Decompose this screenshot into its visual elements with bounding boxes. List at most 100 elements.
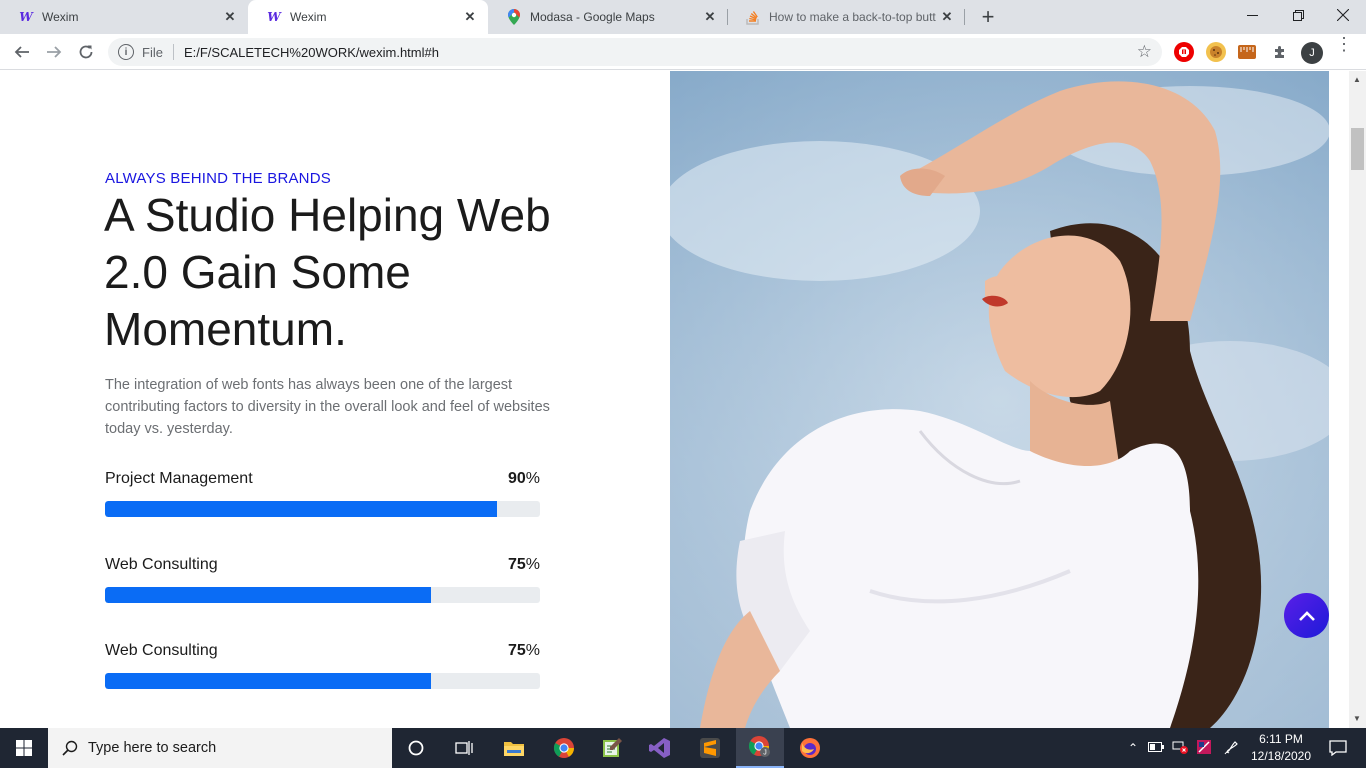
tab-title: How to make a back-to-top butt xyxy=(769,10,936,24)
close-icon xyxy=(1337,9,1349,21)
scrollbar-thumb[interactable] xyxy=(1351,128,1364,170)
taskbar-search-input[interactable]: Type here to search xyxy=(48,728,392,768)
sublime-text-icon xyxy=(700,738,720,758)
page-scrollbar[interactable]: ▲ ▼ xyxy=(1349,71,1366,728)
url-text[interactable]: E:/F/SCALETECH%20WORK/wexim.html#h xyxy=(184,45,439,60)
restore-button[interactable] xyxy=(1275,0,1321,30)
skill-percent: 75% xyxy=(507,642,540,659)
progress-fill xyxy=(105,501,497,517)
window-close-button[interactable] xyxy=(1320,0,1366,30)
taskbar-firefox[interactable] xyxy=(786,728,834,768)
wexim-w-icon: W xyxy=(267,10,281,24)
puzzle-extensions-icon[interactable] xyxy=(1270,42,1290,62)
scroll-up-arrow-icon[interactable]: ▲ xyxy=(1353,75,1361,84)
section-headline: A Studio Helping Web 2.0 Gain Some Momen… xyxy=(104,189,551,355)
tab-separator xyxy=(964,9,965,25)
system-tray: ⌃ xyxy=(1124,728,1240,768)
arrow-right-icon xyxy=(47,46,62,58)
new-tab-button[interactable]: + xyxy=(976,4,1000,29)
taskbar-sublime-text[interactable] xyxy=(686,728,734,768)
adblock-extension-icon[interactable] xyxy=(1174,42,1194,62)
minimize-button[interactable] xyxy=(1229,0,1275,30)
folder-icon xyxy=(504,742,524,756)
hero-photo xyxy=(670,71,1329,728)
tab-title: Modasa - Google Maps xyxy=(530,10,655,24)
restore-icon xyxy=(1292,9,1304,21)
taskbar-chrome-profile[interactable]: J xyxy=(736,728,784,768)
progress-fill xyxy=(105,673,432,689)
tab-stackoverflow[interactable]: How to make a back-to-top butt ✕ xyxy=(727,0,965,34)
clock-date: 12/18/2020 xyxy=(1250,749,1312,763)
progress-track xyxy=(105,673,540,689)
hero-illustration xyxy=(670,71,1329,728)
task-view-icon xyxy=(455,741,473,755)
progress-fill xyxy=(105,587,432,603)
close-icon[interactable]: ✕ xyxy=(222,9,238,25)
arrow-left-icon xyxy=(14,46,29,58)
notepad-plus-icon xyxy=(603,738,622,757)
search-icon xyxy=(62,740,78,756)
address-bar[interactable]: i File E:/F/SCALETECH%20WORK/wexim.html#… xyxy=(108,38,1162,66)
chrome-profile-icon: J xyxy=(748,736,770,757)
tab-wexim-1[interactable]: W Wexim ✕ xyxy=(0,0,248,34)
pen-ink-icon[interactable] xyxy=(1224,739,1240,758)
skill-web-consulting: Web Consulting 75% xyxy=(105,556,540,616)
skill-label: Project Management xyxy=(105,470,253,487)
back-to-top-button[interactable] xyxy=(1284,593,1329,638)
cortana-circle-icon xyxy=(408,740,424,756)
reload-button[interactable] xyxy=(72,38,100,66)
taskbar-visual-studio[interactable] xyxy=(636,728,684,768)
browser-toolbar: i File E:/F/SCALETECH%20WORK/wexim.html#… xyxy=(0,34,1366,70)
skill-percent: 90% xyxy=(507,470,540,487)
bookmark-star-icon[interactable]: ☆ xyxy=(1137,42,1152,62)
section-description: The integration of web fonts has always … xyxy=(105,377,550,437)
minimize-icon xyxy=(1246,14,1258,16)
skill-project-management: Project Management 90% xyxy=(105,470,540,530)
tab-wexim-2[interactable]: W Wexim ✕ xyxy=(248,0,488,34)
taskbar-notepad-app[interactable] xyxy=(588,728,636,768)
url-scheme-label: File xyxy=(142,44,163,60)
tab-title: Wexim xyxy=(290,10,327,24)
battery-icon[interactable] xyxy=(1148,741,1164,755)
close-icon[interactable]: ✕ xyxy=(702,9,718,25)
wexim-w-icon: W xyxy=(19,10,33,24)
svg-text:J: J xyxy=(763,750,767,757)
reload-icon xyxy=(79,45,93,59)
back-button[interactable] xyxy=(8,38,36,66)
app-tray-icon[interactable] xyxy=(1196,739,1212,758)
task-view-button[interactable] xyxy=(440,728,488,768)
start-button[interactable] xyxy=(0,728,48,768)
skill-label: Web Consulting xyxy=(105,556,218,573)
taskbar-clock[interactable]: 6:11 PM 12/18/2020 xyxy=(1242,731,1320,765)
cortana-button[interactable] xyxy=(392,728,440,768)
more-menu-icon[interactable]: ⋮ xyxy=(1335,35,1353,53)
network-disconnected-icon[interactable] xyxy=(1172,740,1188,757)
close-icon[interactable]: ✕ xyxy=(939,9,955,25)
clock-time: 6:11 PM xyxy=(1259,732,1303,746)
search-placeholder: Type here to search xyxy=(88,740,217,756)
info-icon[interactable]: i xyxy=(118,44,134,60)
firefox-icon xyxy=(800,738,820,758)
tab-google-maps[interactable]: Modasa - Google Maps ✕ xyxy=(488,0,728,34)
profile-avatar[interactable]: J xyxy=(1301,42,1323,64)
windows-taskbar: Type here to search J ⌃ 6:11 PM 12/18/20… xyxy=(0,728,1366,768)
close-icon[interactable]: ✕ xyxy=(462,9,478,25)
cookie-extension-icon[interactable] xyxy=(1206,42,1226,62)
ruler-extension-icon[interactable] xyxy=(1238,45,1256,59)
chevron-up-icon xyxy=(1298,610,1315,621)
notification-icon xyxy=(1329,740,1347,756)
section-eyebrow: ALWAYS BEHIND THE BRANDS xyxy=(105,170,331,187)
taskbar-chrome[interactable] xyxy=(540,728,588,768)
forward-button[interactable] xyxy=(40,38,68,66)
page-viewport: ALWAYS BEHIND THE BRANDS A Studio Helpin… xyxy=(0,71,1349,728)
action-center-button[interactable] xyxy=(1318,728,1358,768)
taskbar-file-explorer[interactable] xyxy=(490,728,538,768)
omnibox-separator xyxy=(172,44,174,60)
google-maps-pin-icon xyxy=(506,9,522,25)
windows-logo-icon xyxy=(16,740,32,756)
skill-percent: 75% xyxy=(507,556,540,573)
tab-title: Wexim xyxy=(42,10,79,24)
chevron-up-icon[interactable]: ⌃ xyxy=(1124,741,1142,755)
scroll-down-arrow-icon[interactable]: ▼ xyxy=(1353,714,1361,723)
chrome-icon xyxy=(553,738,574,758)
